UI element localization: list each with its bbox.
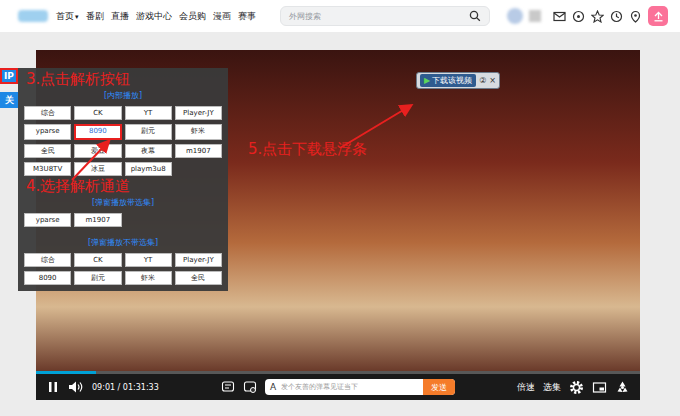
nav-item[interactable]: 首页▾ (56, 10, 79, 23)
parse-button[interactable]: 虾米 (125, 271, 172, 285)
search-placeholder: 外网搜索 (289, 11, 321, 22)
parse-button[interactable]: yparse (24, 124, 71, 140)
download-button[interactable]: ▶下载该视频 (420, 74, 476, 87)
parse-panel: 3.点击解析按钮[内部播放]综合CKYTPlayer-JYyparse8090剧… (18, 68, 228, 291)
annotation-arrows-icon (0, 32, 680, 416)
play-icon: ▶ (424, 76, 430, 85)
upload-button[interactable] (648, 6, 668, 26)
button-grid: yparsem1907 (24, 213, 222, 227)
button-grid: 综合CK YTPlayer-JY 8090剧元虾米全民 (24, 253, 222, 285)
volume-icon[interactable] (68, 380, 84, 394)
parse-button[interactable]: 综合 (24, 253, 71, 267)
nav-right (507, 6, 668, 26)
download-badge[interactable]: ② (479, 76, 486, 85)
danmaku-style-button[interactable]: A (265, 382, 281, 392)
danmaku-placeholder: 发个友善的弹幕见证当下 (281, 382, 423, 392)
avatar-icon[interactable] (507, 8, 523, 24)
mail-icon[interactable] (553, 10, 566, 23)
button-grid: 综合CK YTPlayer-JY yparse8090剧元虾米全民爱豆夜幕m1907… (24, 106, 222, 176)
top-nav: 首页▾ 番剧直播游戏中心会员购漫画赛事 外网搜索 (0, 0, 680, 32)
side-button[interactable]: 关 (0, 92, 18, 108)
parse-button[interactable]: playm3u8 (125, 162, 172, 176)
parse-button[interactable]: Player-JY (175, 106, 222, 120)
creation-icon[interactable] (629, 10, 642, 23)
pip-icon[interactable] (592, 380, 607, 395)
send-button[interactable]: 发送 (423, 379, 455, 395)
gear-icon[interactable] (569, 380, 584, 395)
parse-button[interactable]: 剧元 (125, 124, 172, 140)
section-title: [内部播放] (24, 90, 222, 101)
section-title: [弹窗播放不带选集] (24, 237, 222, 248)
danmaku-input[interactable]: A发个友善的弹幕见证当下发送 (265, 379, 455, 395)
upload-icon (653, 11, 664, 22)
side-buttons: IP 关 (0, 68, 18, 108)
pause-icon[interactable] (46, 380, 60, 394)
annotation-label: 4.选择解析通道 (24, 177, 222, 195)
control-text-button[interactable]: 倍速 (517, 381, 535, 394)
parse-button[interactable]: YT (125, 106, 172, 120)
nav-item[interactable]: 直播 (111, 10, 129, 23)
side-button[interactable]: IP (0, 68, 18, 84)
parse-button[interactable]: 夜幕 (125, 144, 172, 158)
section-title: [弹窗播放带选集] (24, 197, 222, 208)
nav-items: 首页▾ 番剧直播游戏中心会员购漫画赛事 (56, 10, 256, 23)
danmaku-settings-icon[interactable] (243, 380, 257, 394)
page: 首页▾ 番剧直播游戏中心会员购漫画赛事 外网搜索 ▶下载该视频②× 5.点击下载悬浮条 0… (0, 0, 680, 416)
parse-button[interactable]: m1907 (74, 213, 121, 227)
parse-button[interactable]: m1907 (175, 144, 222, 158)
dynamic-icon[interactable] (572, 10, 585, 23)
content-area: ▶下载该视频②× 5.点击下载悬浮条 09:01 / 01:31:33 A发个友善的弹… (0, 32, 680, 416)
time-display: 09:01 / 01:31:33 (92, 383, 159, 392)
parse-button[interactable]: Player-JY (175, 253, 222, 267)
danmaku-toggle-icon[interactable] (221, 380, 235, 394)
control-bar: 09:01 / 01:31:33 A发个友善的弹幕见证当下发送 倍速选集 (36, 374, 640, 400)
parse-button[interactable]: 8090 (74, 124, 121, 140)
annotation-label: 5.点击下载悬浮条 (248, 140, 367, 158)
search-box[interactable]: 外网搜索 (280, 6, 490, 26)
nav-item[interactable]: 番剧 (86, 10, 104, 23)
parse-button[interactable]: 全民 (24, 144, 71, 158)
parse-button[interactable]: YT (125, 253, 172, 267)
logo-icon[interactable] (18, 10, 48, 22)
favorite-icon[interactable] (591, 10, 604, 23)
search-icon[interactable] (469, 10, 481, 22)
parse-button[interactable]: CK (74, 106, 121, 120)
caret-icon: ▾ (75, 13, 79, 21)
radiation-icon[interactable] (615, 380, 630, 395)
parse-button[interactable]: CK (74, 253, 121, 267)
parse-button[interactable]: yparse (24, 213, 71, 227)
parse-button[interactable]: 全民 (175, 271, 222, 285)
parse-button[interactable]: 8090 (24, 271, 71, 285)
annotation-label: 3.点击解析按钮 (24, 70, 222, 88)
control-text-button[interactable]: 选集 (543, 381, 561, 394)
parse-button[interactable]: 爱豆 (74, 144, 121, 158)
nav-item[interactable]: 会员购 (179, 10, 206, 23)
vip-icon[interactable] (529, 10, 541, 22)
history-icon[interactable] (610, 10, 623, 23)
parse-button[interactable]: 综合 (24, 106, 71, 120)
parse-button[interactable]: 虾米 (175, 124, 222, 140)
nav-item[interactable]: 漫画 (213, 10, 231, 23)
download-float-bar[interactable]: ▶下载该视频②× (416, 72, 500, 89)
parse-button[interactable]: M3U8TV (24, 162, 71, 176)
nav-item[interactable]: 游戏中心 (136, 10, 172, 23)
parse-button[interactable]: 冰豆 (74, 162, 121, 176)
nav-item[interactable]: 赛事 (238, 10, 256, 23)
close-button[interactable]: × (489, 76, 496, 85)
parse-button[interactable]: 剧元 (74, 271, 121, 285)
